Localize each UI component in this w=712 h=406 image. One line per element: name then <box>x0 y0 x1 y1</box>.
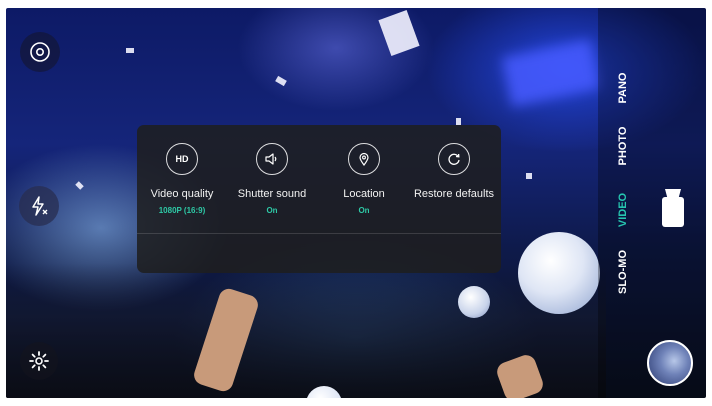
setting-value: On <box>358 206 370 215</box>
setting-label: Location <box>343 188 385 200</box>
video-record-icon[interactable] <box>659 189 687 227</box>
setting-video-quality[interactable]: HD Video quality 1080P (16:9) <box>137 143 227 215</box>
confetti-piece <box>456 118 461 125</box>
setting-value: 1080P (16:9) <box>158 206 206 215</box>
shutter-body <box>662 197 684 227</box>
balloon <box>458 286 490 318</box>
location-pin-icon <box>348 143 380 175</box>
settings-gear-icon[interactable] <box>20 342 58 380</box>
gear-glyph <box>29 351 49 371</box>
stage-light <box>501 39 601 107</box>
setting-label: Video quality <box>150 188 214 200</box>
panel-divider <box>137 233 501 234</box>
confetti-piece <box>126 48 134 53</box>
setting-value: On <box>266 206 278 215</box>
balloon <box>518 232 600 314</box>
hd-icon: HD <box>166 143 198 175</box>
mode-photo[interactable]: PHOTO <box>617 111 629 181</box>
setting-label: Shutter sound <box>237 188 307 200</box>
setting-shutter-sound[interactable]: Shutter sound On <box>227 143 317 215</box>
refresh-glyph <box>448 153 460 165</box>
mode-slo-mo[interactable]: SLO-MO <box>617 237 629 307</box>
settings-panel: HD Video quality 1080P (16:9) Shutter so… <box>137 125 501 273</box>
confetti-piece <box>526 173 532 179</box>
flash-auto-glyph <box>32 196 48 216</box>
setting-label: Restore defaults <box>413 188 495 200</box>
setting-restore-defaults[interactable]: Restore defaults <box>409 143 499 206</box>
speaker-glyph <box>265 153 277 165</box>
camera-switch-glyph <box>30 42 50 62</box>
speaker-icon <box>256 143 288 175</box>
camera-switch-icon[interactable] <box>20 32 60 72</box>
confetti-piece <box>378 10 420 56</box>
confetti-piece <box>75 181 84 190</box>
refresh-icon <box>438 143 470 175</box>
camera-viewfinder[interactable]: PANO PHOTO VIDEO SLO-MO HD Video quality <box>6 8 706 398</box>
mode-video[interactable]: VIDEO <box>617 175 629 245</box>
location-pin-glyph <box>359 152 369 167</box>
setting-location[interactable]: Location On <box>319 143 409 215</box>
gallery-thumbnail[interactable] <box>647 340 693 386</box>
confetti-piece <box>275 75 287 87</box>
flash-auto-icon[interactable] <box>19 186 59 226</box>
mode-bar: PANO PHOTO VIDEO SLO-MO <box>598 8 706 398</box>
